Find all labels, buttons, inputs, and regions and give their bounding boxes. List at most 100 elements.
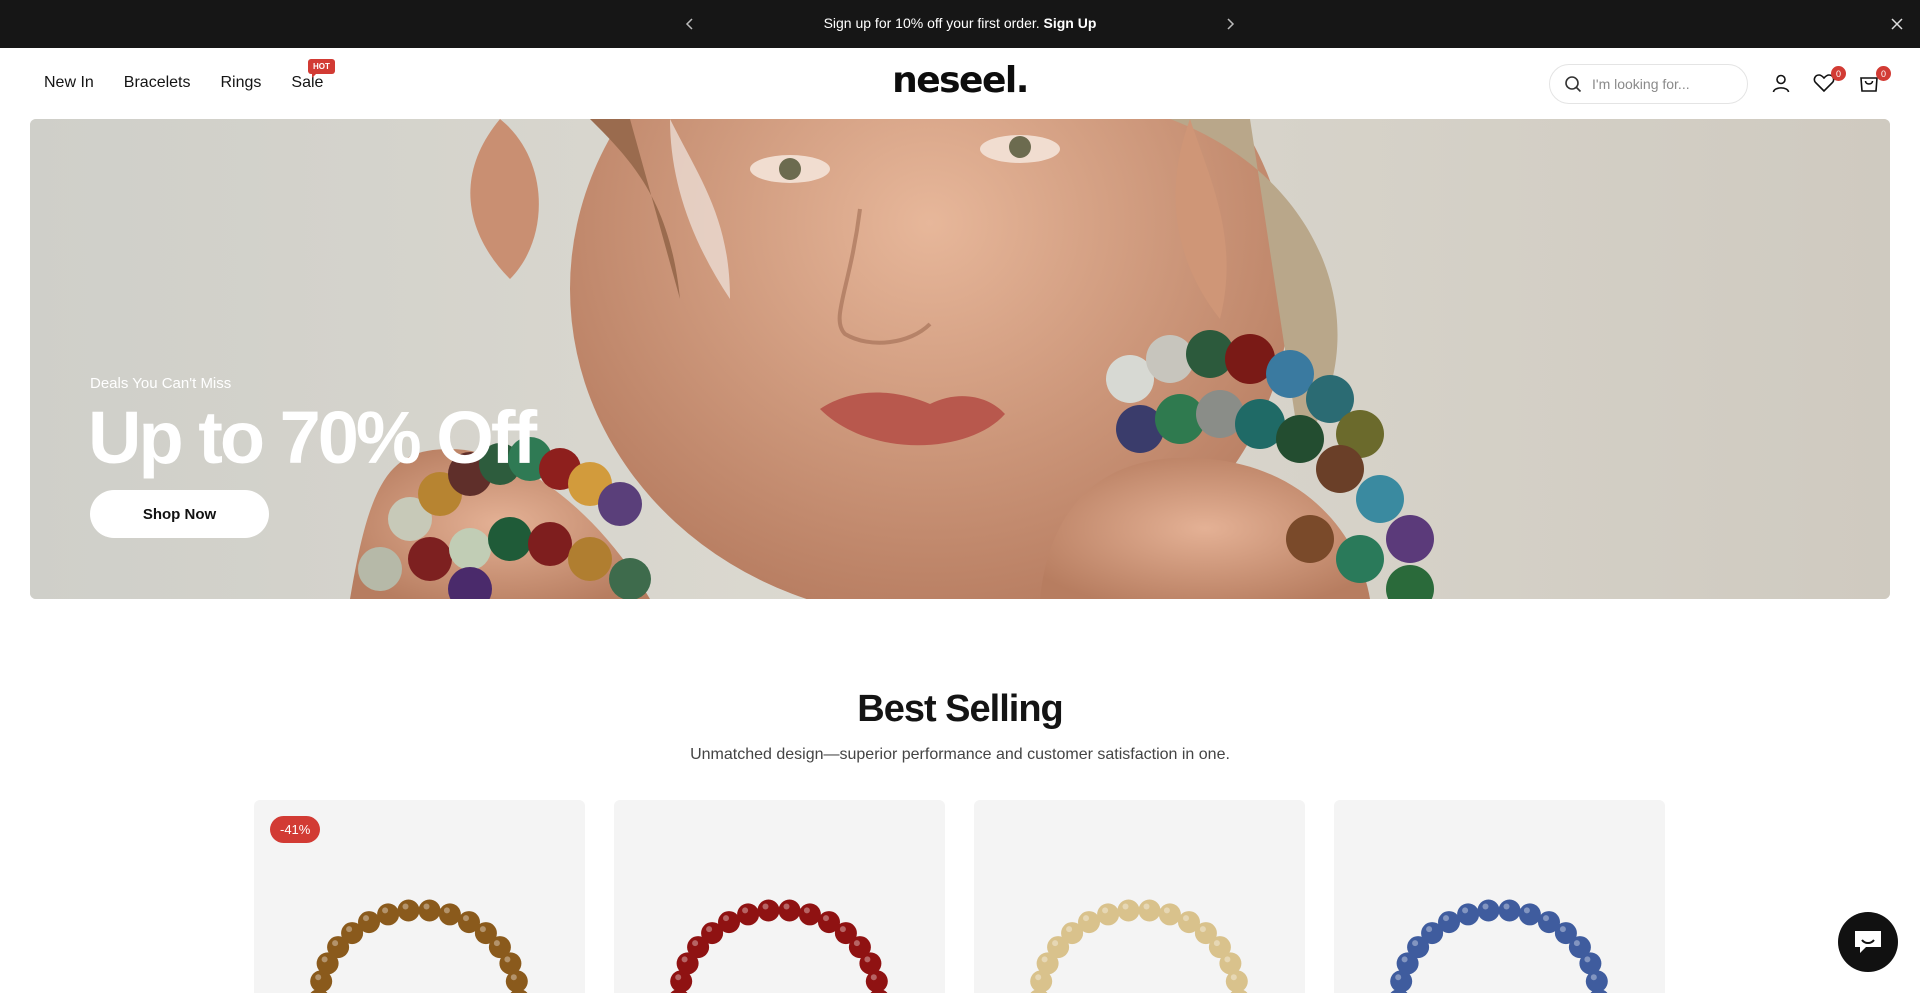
- bead-highlight: [363, 915, 369, 922]
- section-subtitle: Unmatched design—superior performance an…: [690, 746, 1230, 763]
- bead: [1225, 970, 1248, 993]
- wishlist-count-badge: 0: [1831, 66, 1846, 81]
- shop-now-button[interactable]: Shop Now: [90, 490, 269, 538]
- hero-headline: Up to 70% Off: [88, 396, 537, 479]
- hero-banner: Deals You Can't Miss Up to 70% Off Shop …: [30, 119, 1890, 599]
- bead-highlight: [510, 974, 517, 981]
- bead: [1498, 899, 1521, 922]
- bead-highlight: [315, 974, 322, 981]
- bead-highlight: [1395, 974, 1402, 981]
- bead: [778, 899, 801, 922]
- bead-highlight: [1143, 903, 1150, 910]
- close-announcement-button[interactable]: [1886, 13, 1908, 35]
- bead-highlight: [1230, 974, 1237, 981]
- announcement-message: Sign up for 10% off your first order. Si…: [0, 15, 1920, 31]
- bead-highlight: [1035, 974, 1042, 981]
- bead-highlight: [1412, 940, 1419, 947]
- bead-highlight: [493, 940, 500, 947]
- search-box[interactable]: [1549, 64, 1748, 104]
- bead-highlight: [1482, 903, 1489, 910]
- bead: [1078, 911, 1100, 934]
- wishlist-button[interactable]: 0: [1811, 66, 1846, 96]
- bead-highlight: [839, 926, 846, 933]
- bead-highlight: [332, 940, 339, 947]
- bead-highlight: [382, 907, 389, 914]
- bead: [865, 970, 888, 993]
- bead: [718, 911, 740, 934]
- cart-button[interactable]: 0: [1856, 66, 1891, 96]
- product-image: [1030, 899, 1248, 993]
- bead: [438, 903, 461, 926]
- product-image: [1390, 899, 1608, 993]
- bead: [1518, 903, 1541, 926]
- bead-highlight: [1543, 915, 1549, 922]
- bead-highlight: [742, 907, 749, 914]
- account-button[interactable]: [1768, 70, 1794, 96]
- bead-highlight: [692, 940, 699, 947]
- bead-highlight: [1426, 926, 1433, 933]
- bead-highlight: [1083, 915, 1089, 922]
- bead-highlight: [1066, 926, 1073, 933]
- site-header: New In Bracelets Rings Sale HOT neseel. …: [0, 48, 1920, 119]
- bead-highlight: [321, 956, 328, 963]
- bead: [1438, 911, 1460, 934]
- next-announcement-button[interactable]: [1220, 14, 1240, 34]
- bead-highlight: [1163, 907, 1170, 914]
- bead-highlight: [681, 956, 688, 963]
- bead-highlight: [803, 907, 810, 914]
- bead-highlight: [723, 915, 729, 922]
- bead-highlight: [402, 903, 409, 910]
- product-card[interactable]: [614, 800, 945, 993]
- bead: [1585, 970, 1608, 993]
- bead: [1117, 899, 1140, 922]
- bead-highlight: [1122, 903, 1129, 910]
- product-card[interactable]: [974, 800, 1305, 993]
- bead-highlight: [463, 915, 469, 922]
- bead: [737, 903, 760, 926]
- search-input[interactable]: [1592, 76, 1742, 92]
- bead-highlight: [1462, 907, 1469, 914]
- close-icon: [1891, 18, 1903, 30]
- product-card[interactable]: -41%: [254, 800, 585, 993]
- bead-highlight: [479, 926, 486, 933]
- bead-highlight: [706, 926, 713, 933]
- discount-badge: -41%: [270, 816, 321, 843]
- bead: [1158, 903, 1181, 926]
- user-icon: [1772, 74, 1790, 93]
- sign-up-link[interactable]: Sign Up: [1044, 15, 1097, 31]
- bead-highlight: [1052, 940, 1059, 947]
- bead-highlight: [1224, 956, 1231, 963]
- bead-highlight: [1573, 940, 1580, 947]
- bead-highlight: [1199, 926, 1206, 933]
- announcement-text: Sign up for 10% off your first order.: [823, 15, 1040, 31]
- bead-highlight: [346, 926, 353, 933]
- bead-highlight: [504, 956, 511, 963]
- bead-highlight: [1523, 907, 1530, 914]
- bead-highlight: [675, 974, 682, 981]
- bead-highlight: [1213, 940, 1220, 947]
- chat-launcher-button[interactable]: [1838, 912, 1898, 972]
- product-card[interactable]: [1334, 800, 1665, 993]
- hero-eyebrow: Deals You Can't Miss: [90, 375, 232, 392]
- bead-highlight: [1401, 956, 1408, 963]
- bead-highlight: [1183, 915, 1189, 922]
- bead: [757, 899, 780, 922]
- product-image: [670, 899, 888, 993]
- bead-highlight: [1102, 907, 1109, 914]
- bead-highlight: [1443, 915, 1449, 922]
- bead-highlight: [1503, 903, 1510, 910]
- product-grid: -41%: [254, 800, 1665, 993]
- hero-image: [30, 119, 1890, 599]
- chevron-right-icon: [1227, 18, 1235, 30]
- bead: [1138, 899, 1161, 922]
- bead-highlight: [762, 903, 769, 910]
- bead-highlight: [1584, 956, 1591, 963]
- bead-highlight: [1559, 926, 1566, 933]
- cart-count-badge: 0: [1876, 66, 1891, 81]
- bead: [358, 911, 380, 934]
- bead-highlight: [423, 903, 430, 910]
- bead-highlight: [870, 974, 877, 981]
- section-title: Best Selling: [857, 688, 1064, 730]
- bead: [1457, 903, 1480, 926]
- bead-highlight: [783, 903, 790, 910]
